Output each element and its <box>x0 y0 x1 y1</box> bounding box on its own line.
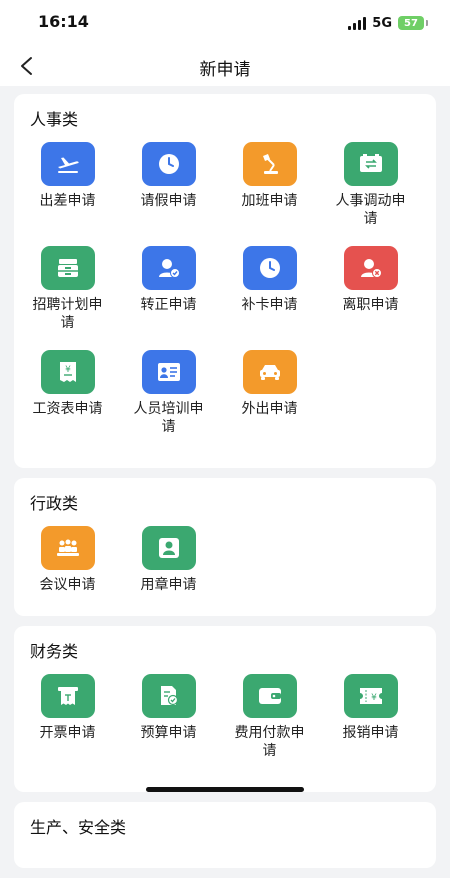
salary-receipt-icon: ¥ <box>40 350 95 394</box>
item-label: 人员培训申请 <box>133 401 204 435</box>
section-title: 生产、安全类 <box>30 818 127 837</box>
clock-icon <box>141 142 196 186</box>
apply-recruitment-plan[interactable]: 招聘计划申请 <box>14 246 115 350</box>
battery-level: 57 <box>404 17 418 29</box>
apply-regularization[interactable]: 转正申请 <box>115 246 216 350</box>
battery-icon: 57 <box>398 16 424 30</box>
user-check-icon <box>141 246 196 290</box>
item-label: 出差申请 <box>39 193 96 209</box>
section-grid: 出差申请 请假申请 加班申请 人事调动申请 招聘计划申请 转正申请 补卡申请 离… <box>14 142 436 454</box>
item-label: 人事调动申请 <box>335 193 406 227</box>
item-label: 招聘计划申请 <box>32 297 103 331</box>
network-label: 5G <box>372 15 392 31</box>
apply-business-trip[interactable]: 出差申请 <box>14 142 115 246</box>
item-label: 费用付款申请 <box>234 725 305 759</box>
section-title: 行政类 <box>30 494 79 513</box>
apply-overtime[interactable]: 加班申请 <box>216 142 317 246</box>
item-label: 离职申请 <box>342 297 399 313</box>
section-title: 财务类 <box>30 642 79 661</box>
budget-icon <box>141 674 196 718</box>
item-label: 开票申请 <box>39 725 96 741</box>
item-label: 用章申请 <box>140 577 197 593</box>
invoice-icon <box>40 674 95 718</box>
item-label: 会议申请 <box>39 577 96 593</box>
svg-text:¥: ¥ <box>65 365 71 375</box>
item-label: 请假申请 <box>140 193 197 209</box>
home-indicator[interactable] <box>146 787 304 792</box>
status-time: 16:14 <box>38 12 89 31</box>
presentation-icon <box>141 350 196 394</box>
status-indicators: 5G 57 <box>348 14 428 32</box>
section-admin: 行政类 会议申请 用章申请 <box>14 478 436 616</box>
transfer-icon <box>343 142 398 186</box>
airplane-icon <box>40 142 95 186</box>
apply-reimbursement[interactable]: ¥ 报销申请 <box>317 674 418 778</box>
apply-transfer[interactable]: 人事调动申请 <box>317 142 418 246</box>
svg-text:¥: ¥ <box>371 693 377 703</box>
apply-go-out[interactable]: 外出申请 <box>216 350 317 454</box>
desk-lamp-icon <box>242 142 297 186</box>
wallet-icon <box>242 674 297 718</box>
item-label: 报销申请 <box>342 725 399 741</box>
drawer-icon <box>40 246 95 290</box>
item-label: 外出申请 <box>241 401 298 417</box>
car-icon <box>242 350 297 394</box>
battery-tip <box>426 20 428 26</box>
clock-icon <box>242 246 297 290</box>
section-grid: 会议申请 用章申请 <box>14 526 436 602</box>
section-production-safety: 生产、安全类 <box>14 802 436 868</box>
item-label: 转正申请 <box>140 297 197 313</box>
apply-seal-use[interactable]: 用章申请 <box>115 526 216 602</box>
apply-clock-in-fix[interactable]: 补卡申请 <box>216 246 317 350</box>
apply-expense-payment[interactable]: 费用付款申请 <box>216 674 317 778</box>
section-title: 人事类 <box>30 110 79 129</box>
apply-leave[interactable]: 请假申请 <box>115 142 216 246</box>
apply-staff-training[interactable]: 人员培训申请 <box>115 350 216 454</box>
page-title: 新申请 <box>199 60 251 80</box>
item-label: 加班申请 <box>241 193 298 209</box>
apply-invoice[interactable]: 开票申请 <box>14 674 115 778</box>
apply-salary-sheet[interactable]: ¥ 工资表申请 <box>14 350 115 454</box>
user-remove-icon <box>343 246 398 290</box>
item-label: 预算申请 <box>140 725 197 741</box>
item-label: 工资表申请 <box>32 401 103 417</box>
apply-meeting[interactable]: 会议申请 <box>14 526 115 602</box>
section-grid: 开票申请 预算申请 费用付款申请 ¥ 报销申请 <box>14 674 436 778</box>
nav-bar: 新申请 <box>0 46 450 86</box>
apply-budget[interactable]: 预算申请 <box>115 674 216 778</box>
signal-icon <box>348 16 367 30</box>
item-label: 补卡申请 <box>241 297 298 313</box>
apply-resignation[interactable]: 离职申请 <box>317 246 418 350</box>
status-bar: 16:14 5G 57 <box>0 0 450 46</box>
section-finance: 财务类 开票申请 预算申请 费用付款申请 ¥ 报销申请 <box>14 626 436 792</box>
meeting-icon <box>40 526 95 570</box>
section-hr: 人事类 出差申请 请假申请 加班申请 人事调动申请 招聘计划申请 转正申请 补卡… <box>14 94 436 468</box>
reimburse-icon: ¥ <box>343 674 398 718</box>
application-list: 人事类 出差申请 请假申请 加班申请 人事调动申请 招聘计划申请 转正申请 补卡… <box>14 94 436 878</box>
stamp-icon <box>141 526 196 570</box>
